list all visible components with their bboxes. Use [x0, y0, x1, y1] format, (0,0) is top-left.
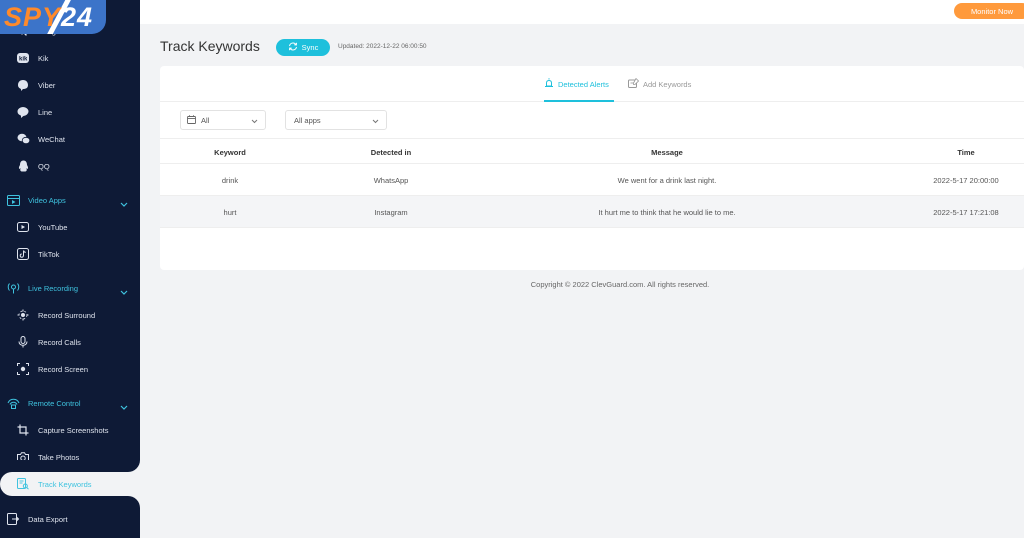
- copyright-footer: Copyright © 2022 ClevGuard.com. All righ…: [530, 280, 710, 289]
- tab-add-keywords[interactable]: Add Keywords: [628, 77, 692, 90]
- tiktok-icon: [16, 247, 30, 261]
- sidebar-item-label: Record Screen: [38, 364, 89, 374]
- sidebar-item-line[interactable]: Line: [0, 101, 140, 123]
- export-icon: [6, 512, 20, 526]
- sidebar-item-wechat[interactable]: WeChat: [0, 128, 140, 150]
- sidebar-item-tiktok[interactable]: TikTok: [0, 243, 140, 265]
- cell-keyword: drink: [221, 176, 239, 185]
- sidebar-section-label: Remote Control: [28, 398, 81, 408]
- sidebar-item-label: TikTok: [38, 249, 60, 259]
- sidebar-item-label: QQ: [38, 161, 50, 171]
- sidebar-item-label: Record Surround: [38, 310, 96, 320]
- logo-text: SPY24: [4, 2, 93, 33]
- app-filter-value: All apps: [294, 115, 321, 125]
- logo-number: 24: [61, 2, 94, 32]
- tab-detected-alerts[interactable]: Detected Alerts: [544, 78, 614, 102]
- record-surround-icon: [16, 308, 30, 322]
- chevron-down-icon: [372, 117, 379, 126]
- sidebar-section-remote-control[interactable]: Remote Control: [0, 392, 140, 414]
- column-header-detected-in: Detected in: [370, 148, 412, 157]
- brand-logo[interactable]: SPY24: [0, 0, 106, 34]
- sync-label: Sync: [301, 43, 319, 52]
- youtube-icon: [16, 220, 30, 234]
- qq-icon: [16, 159, 30, 173]
- active-pill-curve-bottom: [0, 496, 140, 508]
- tab-bar: Detected Alerts Add Keywords: [160, 66, 1024, 102]
- sidebar-section-video-apps[interactable]: Video Apps: [0, 189, 140, 211]
- cell-detected-in: WhatsApp: [373, 176, 409, 185]
- sidebar-item-record-surround[interactable]: Record Surround: [0, 304, 140, 326]
- page-title: Track Keywords: [160, 38, 260, 54]
- tab-label: Detected Alerts: [558, 79, 609, 89]
- record-screen-icon: [16, 362, 30, 376]
- video-apps-icon: [6, 193, 20, 207]
- line-icon: [16, 105, 30, 119]
- sidebar-item-label: Record Calls: [38, 337, 81, 347]
- table-row[interactable]: drink WhatsApp We went for a drink last …: [160, 164, 1024, 196]
- sidebar-section-label: Video Apps: [28, 195, 66, 205]
- date-filter-select[interactable]: All: [180, 110, 266, 130]
- sidebar-section-live-recording[interactable]: Live Recording: [0, 277, 140, 299]
- sidebar-item-label: YouTube: [38, 222, 68, 232]
- chevron-down-icon: [120, 195, 128, 213]
- tab-label: Add Keywords: [643, 79, 692, 89]
- sidebar: Telegram SPY24 kik Kik Viber Line WeChat…: [0, 0, 140, 538]
- crop-icon: [16, 423, 30, 437]
- calendar-icon: [187, 114, 196, 126]
- sidebar-item-viber[interactable]: Viber: [0, 74, 140, 96]
- sidebar-item-youtube[interactable]: YouTube: [0, 216, 140, 238]
- table-header: Keyword Detected in Message Time: [160, 138, 1024, 164]
- sync-icon: [288, 42, 298, 53]
- table-row[interactable]: hurt Instagram It hurt me to think that …: [160, 196, 1024, 228]
- sidebar-item-label: Data Export: [28, 514, 68, 524]
- sidebar-item-label: Line: [38, 107, 53, 117]
- wechat-icon: [16, 132, 30, 146]
- chevron-down-icon: [251, 117, 258, 126]
- viber-icon: [16, 78, 30, 92]
- keywords-card: Detected Alerts Add Keywords All All app…: [160, 66, 1024, 270]
- sidebar-item-kik[interactable]: kik Kik: [0, 47, 140, 69]
- sidebar-item-record-calls[interactable]: Record Calls: [0, 331, 140, 353]
- sidebar-item-capture-screenshots[interactable]: Capture Screenshots: [0, 419, 140, 441]
- chevron-down-icon: [120, 398, 128, 416]
- alarm-icon: [544, 78, 554, 90]
- column-header-keyword: Keyword: [214, 148, 246, 157]
- column-header-message: Message: [651, 148, 683, 157]
- sidebar-item-record-screen[interactable]: Record Screen: [0, 358, 140, 380]
- cell-keyword: hurt: [223, 208, 237, 217]
- top-bar: Monitor Now: [140, 0, 1024, 24]
- kik-icon: kik: [16, 51, 30, 65]
- sidebar-item-qq[interactable]: QQ: [0, 155, 140, 177]
- logo-spy: SPY: [4, 2, 62, 32]
- track-keywords-icon: [16, 477, 30, 491]
- date-filter-value: All: [201, 115, 210, 125]
- sidebar-item-label: Capture Screenshots: [38, 425, 109, 435]
- sidebar-item-track-keywords[interactable]: Track Keywords: [0, 473, 140, 495]
- live-recording-icon: [6, 281, 20, 295]
- cell-message: We went for a drink last night.: [617, 176, 717, 185]
- cell-message: It hurt me to think that he would lie to…: [598, 208, 736, 217]
- sidebar-section-label: Live Recording: [28, 283, 79, 293]
- monitor-now-button[interactable]: Monitor Now: [954, 3, 1024, 19]
- active-pill-curve-top: [0, 460, 140, 472]
- cell-detected-in: Instagram: [374, 208, 408, 217]
- svg-text:kik: kik: [19, 57, 28, 63]
- chevron-down-icon: [120, 283, 128, 301]
- microphone-icon: [16, 335, 30, 349]
- sidebar-item-label: Kik: [38, 53, 49, 63]
- sync-button[interactable]: Sync: [276, 39, 330, 56]
- sidebar-item-label: Viber: [38, 80, 56, 90]
- app-filter-select[interactable]: All apps: [285, 110, 387, 130]
- column-header-time: Time: [957, 148, 975, 157]
- cell-time: 2022-5-17 17:21:08: [933, 208, 999, 217]
- add-keyword-icon: [628, 77, 640, 90]
- remote-control-icon: [6, 396, 20, 410]
- sidebar-item-label: Track Keywords: [38, 479, 92, 489]
- updated-timestamp: Updated: 2022-12-22 06:00:50: [338, 43, 427, 50]
- sidebar-item-label: WeChat: [38, 134, 65, 144]
- sidebar-item-data-export[interactable]: Data Export: [0, 508, 140, 530]
- cell-time: 2022-5-17 20:00:00: [933, 176, 999, 185]
